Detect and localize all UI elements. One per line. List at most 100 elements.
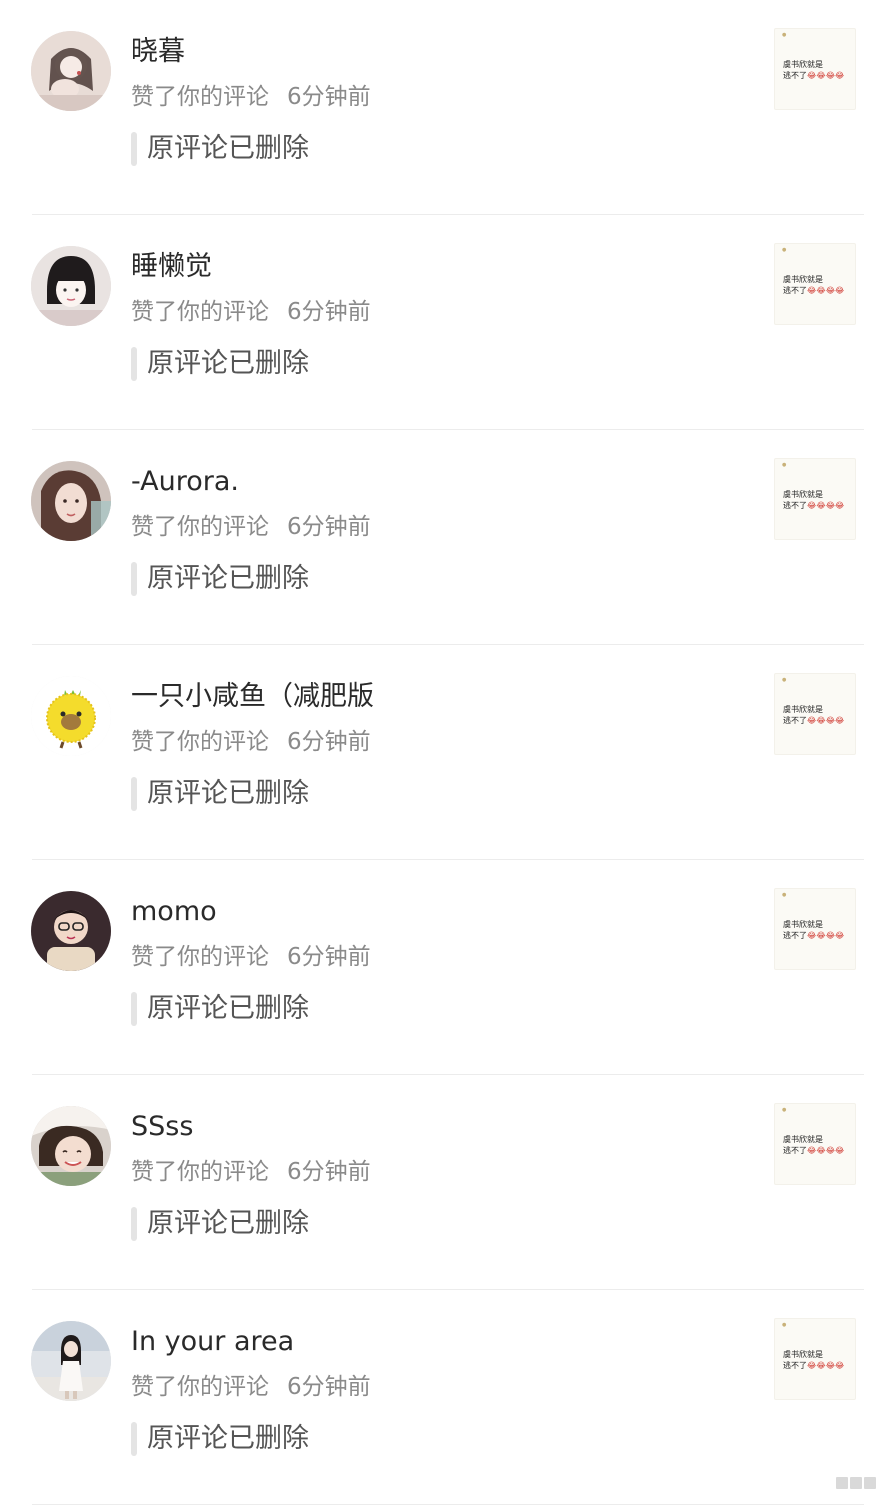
thumbnail-line2: 逃不了😂😂😂😂: [783, 1361, 845, 1370]
avatar[interactable]: [31, 1321, 111, 1401]
thumbnail-line1: 虞书欣就是: [783, 705, 823, 714]
thumbnail-line1: 虞书欣就是: [783, 275, 823, 284]
laugh-cry-emoji-icon: 😂😂😂😂: [807, 1146, 845, 1155]
post-thumbnail[interactable]: ● 虞书欣就是 逃不了😂😂😂😂: [774, 28, 856, 110]
user-name[interactable]: 一只小咸鱼（减肥版: [131, 679, 374, 715]
quote-text: 原评论已删除: [147, 348, 309, 379]
quote-text: 原评论已删除: [147, 1208, 309, 1239]
user-name[interactable]: In your area: [131, 1324, 294, 1360]
thumbnail-header-dot: ●: [782, 247, 787, 253]
post-thumbnail[interactable]: ● 虞书欣就是 逃不了😂😂😂😂: [774, 243, 856, 325]
post-thumbnail[interactable]: ● 虞书欣就是 逃不了😂😂😂😂: [774, 673, 856, 755]
quoted-comment[interactable]: 原评论已删除: [131, 1419, 309, 1459]
watermark-icon: [836, 1477, 876, 1489]
timestamp: 6分钟前: [287, 299, 371, 325]
avatar-girl-hand-icon: [31, 31, 111, 111]
quoted-comment[interactable]: 原评论已删除: [131, 559, 309, 599]
quote-bar: [131, 562, 137, 596]
avatar-smiling-girl-icon: [31, 1106, 111, 1186]
quoted-comment[interactable]: 原评论已删除: [131, 344, 309, 384]
avatar-baby-icon: [31, 891, 111, 971]
quote-text: 原评论已删除: [147, 133, 309, 164]
timestamp: 6分钟前: [287, 84, 371, 110]
thumbnail-line1: 虞书欣就是: [783, 1350, 823, 1359]
avatar-yellow-chick-icon: [31, 676, 111, 756]
post-thumbnail[interactable]: ● 虞书欣就是 逃不了😂😂😂😂: [774, 888, 856, 970]
avatar[interactable]: [31, 1106, 111, 1186]
user-name[interactable]: -Aurora.: [131, 464, 239, 500]
thumbnail-header-dot: ●: [782, 32, 787, 38]
quote-text: 原评论已删除: [147, 778, 309, 809]
quote-bar: [131, 347, 137, 381]
user-name[interactable]: momo: [131, 894, 217, 930]
timestamp: 6分钟前: [287, 514, 371, 540]
quote-text: 原评论已删除: [147, 993, 309, 1024]
quoted-comment[interactable]: 原评论已删除: [131, 989, 309, 1029]
avatar[interactable]: [31, 31, 111, 111]
thumbnail-line2: 逃不了😂😂😂😂: [783, 931, 845, 940]
avatar[interactable]: [31, 246, 111, 326]
laugh-cry-emoji-icon: 😂😂😂😂: [807, 71, 845, 80]
notification-meta: 赞了你的评论 6分钟前: [131, 1371, 371, 1403]
quote-text: 原评论已删除: [147, 1423, 309, 1454]
quote-bar: [131, 777, 137, 811]
notification-item[interactable]: SSss 赞了你的评论 6分钟前 原评论已删除 ● 虞书欣就是 逃不了😂😂😂😂: [0, 1075, 884, 1290]
thumbnail-header-dot: ●: [782, 1107, 787, 1113]
avatar[interactable]: [31, 891, 111, 971]
thumbnail-line1: 虞书欣就是: [783, 920, 823, 929]
notification-meta: 赞了你的评论 6分钟前: [131, 81, 371, 113]
laugh-cry-emoji-icon: 😂😂😂😂: [807, 716, 845, 725]
quoted-comment[interactable]: 原评论已删除: [131, 1204, 309, 1244]
user-name[interactable]: 睡懒觉: [131, 249, 212, 285]
notification-meta: 赞了你的评论 6分钟前: [131, 1156, 371, 1188]
action-text: 赞了你的评论: [131, 1374, 269, 1400]
action-text: 赞了你的评论: [131, 1159, 269, 1185]
quote-bar: [131, 1422, 137, 1456]
laugh-cry-emoji-icon: 😂😂😂😂: [807, 931, 845, 940]
action-text: 赞了你的评论: [131, 729, 269, 755]
thumbnail-header-dot: ●: [782, 462, 787, 468]
action-text: 赞了你的评论: [131, 299, 269, 325]
thumbnail-line2: 逃不了😂😂😂😂: [783, 716, 845, 725]
action-text: 赞了你的评论: [131, 84, 269, 110]
avatar-bob-hair-icon: [31, 246, 111, 326]
post-thumbnail[interactable]: ● 虞书欣就是 逃不了😂😂😂😂: [774, 1103, 856, 1185]
thumbnail-line2: 逃不了😂😂😂😂: [783, 501, 845, 510]
thumbnail-line1: 虞书欣就是: [783, 60, 823, 69]
timestamp: 6分钟前: [287, 729, 371, 755]
notification-item[interactable]: -Aurora. 赞了你的评论 6分钟前 原评论已删除 ● 虞书欣就是 逃不了😂😂…: [0, 430, 884, 645]
notification-meta: 赞了你的评论 6分钟前: [131, 296, 371, 328]
laugh-cry-emoji-icon: 😂😂😂😂: [807, 1361, 845, 1370]
avatar-standing-girl-icon: [31, 1321, 111, 1401]
timestamp: 6分钟前: [287, 944, 371, 970]
avatar-selfie-icon: [31, 461, 111, 541]
laugh-cry-emoji-icon: 😂😂😂😂: [807, 286, 845, 295]
notification-item[interactable]: 睡懒觉 赞了你的评论 6分钟前 原评论已删除 ● 虞书欣就是 逃不了😂😂😂😂: [0, 215, 884, 430]
notification-item[interactable]: 晓暮 赞了你的评论 6分钟前 原评论已删除 ● 虞书欣就是 逃不了😂😂😂😂: [0, 0, 884, 215]
avatar[interactable]: [31, 676, 111, 756]
user-name[interactable]: 晓暮: [131, 34, 185, 70]
thumbnail-line2: 逃不了😂😂😂😂: [783, 1146, 845, 1155]
avatar[interactable]: [31, 461, 111, 541]
notification-meta: 赞了你的评论 6分钟前: [131, 726, 371, 758]
quoted-comment[interactable]: 原评论已删除: [131, 774, 309, 814]
quote-text: 原评论已删除: [147, 563, 309, 594]
thumbnail-header-dot: ●: [782, 892, 787, 898]
quote-bar: [131, 992, 137, 1026]
post-thumbnail[interactable]: ● 虞书欣就是 逃不了😂😂😂😂: [774, 1318, 856, 1400]
notification-item[interactable]: 一只小咸鱼（减肥版 赞了你的评论 6分钟前 原评论已删除 ● 虞书欣就是 逃不了😂…: [0, 645, 884, 860]
notification-item[interactable]: In your area 赞了你的评论 6分钟前 原评论已删除 ● 虞书欣就是 逃…: [0, 1290, 884, 1505]
user-name[interactable]: SSss: [131, 1109, 193, 1145]
post-thumbnail[interactable]: ● 虞书欣就是 逃不了😂😂😂😂: [774, 458, 856, 540]
thumbnail-line1: 虞书欣就是: [783, 1135, 823, 1144]
thumbnail-line2: 逃不了😂😂😂😂: [783, 286, 845, 295]
quote-bar: [131, 132, 137, 166]
thumbnail-line1: 虞书欣就是: [783, 490, 823, 499]
notification-item[interactable]: momo 赞了你的评论 6分钟前 原评论已删除 ● 虞书欣就是 逃不了😂😂😂😂: [0, 860, 884, 1075]
timestamp: 6分钟前: [287, 1374, 371, 1400]
laugh-cry-emoji-icon: 😂😂😂😂: [807, 501, 845, 510]
quote-bar: [131, 1207, 137, 1241]
thumbnail-header-dot: ●: [782, 1322, 787, 1328]
thumbnail-header-dot: ●: [782, 677, 787, 683]
quoted-comment[interactable]: 原评论已删除: [131, 129, 309, 169]
